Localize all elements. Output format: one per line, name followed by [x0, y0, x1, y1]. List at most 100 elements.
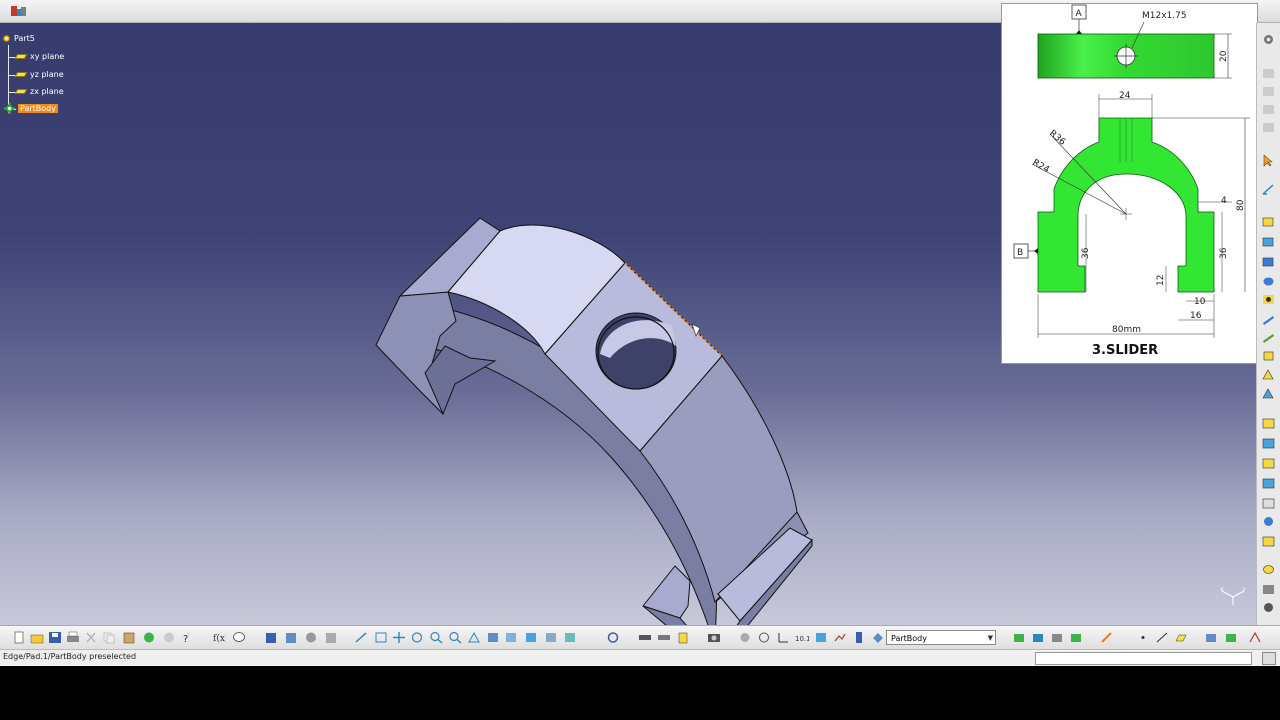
new-file-icon[interactable] [12, 631, 26, 644]
snap-icon[interactable] [757, 631, 771, 644]
analysis-icon[interactable] [833, 631, 847, 644]
measure-between-icon[interactable] [638, 631, 652, 644]
undo-icon[interactable] [142, 631, 156, 644]
tool-icon[interactable] [1261, 121, 1276, 134]
shell-icon[interactable] [1261, 477, 1276, 490]
hide-show-icon[interactable] [544, 631, 558, 644]
rotate-icon[interactable] [410, 631, 424, 644]
shaft-icon[interactable] [1261, 255, 1276, 268]
cut-icon[interactable] [84, 631, 98, 644]
dim-wall-step: 4 [1221, 196, 1227, 206]
fit-all-icon[interactable] [374, 631, 388, 644]
settings-gear-icon[interactable] [1261, 33, 1276, 46]
chamfer-icon[interactable] [1261, 437, 1276, 450]
point-icon[interactable] [1136, 631, 1150, 644]
normal-view-icon[interactable] [467, 631, 481, 644]
axis-system-icon[interactable] [776, 631, 790, 644]
groove-icon[interactable] [1261, 275, 1276, 288]
svg-text:x: x [1220, 586, 1224, 593]
units-icon[interactable]: 10.1 [795, 631, 809, 644]
thickness-icon[interactable] [1261, 497, 1276, 510]
multi-view-icon[interactable] [486, 631, 500, 644]
tool-icon[interactable] [1261, 103, 1276, 116]
filter-icon[interactable] [852, 631, 866, 644]
dim-neck-width: 24 [1119, 91, 1131, 101]
reorder-icon[interactable] [738, 631, 752, 644]
pattern-icon[interactable] [1224, 631, 1238, 644]
thread-label: M12x1.75 [1142, 11, 1187, 21]
tree-icon[interactable] [284, 631, 298, 644]
chevron-down-icon: ▼ [987, 634, 993, 642]
iso-view-icon[interactable] [504, 631, 518, 644]
measure-item-icon[interactable] [657, 631, 671, 644]
stiffener-icon[interactable] [1261, 349, 1276, 362]
rib-icon[interactable] [1261, 313, 1276, 326]
photo-icon[interactable] [707, 631, 721, 644]
dim-left-leg: 36 [1081, 247, 1091, 259]
sketch-icon[interactable] [1261, 183, 1276, 196]
swap-space-icon[interactable] [563, 631, 577, 644]
copy-icon[interactable] [102, 631, 116, 644]
pan-icon[interactable] [392, 631, 406, 644]
table-icon[interactable] [814, 631, 828, 644]
command-input[interactable] [1035, 652, 1252, 665]
line-icon[interactable] [1155, 631, 1169, 644]
status-button[interactable] [1262, 652, 1276, 665]
multi-section-icon[interactable] [1261, 368, 1276, 381]
fly-icon[interactable] [354, 631, 368, 644]
select-arrow-icon[interactable] [1261, 154, 1276, 167]
wizard-icon[interactable] [1100, 631, 1114, 644]
3d-part-model[interactable] [0, 23, 1000, 625]
slot-icon[interactable] [1261, 331, 1276, 344]
body-icon[interactable] [871, 631, 885, 644]
thread-icon[interactable] [1261, 515, 1276, 528]
body-selector-dropdown[interactable]: PartBody ▼ [886, 630, 996, 645]
parameter-icon[interactable] [324, 631, 338, 644]
dim-total-width: 80mm [1112, 325, 1141, 335]
axis-triad-icon[interactable]: x y [1218, 585, 1248, 609]
dim-slot-height: 12 [1156, 275, 1166, 286]
tool-icon[interactable] [1261, 85, 1276, 98]
part-design-icon[interactable] [1012, 631, 1026, 644]
remove-section-icon[interactable] [1261, 387, 1276, 400]
dim-total-height: 80 [1236, 199, 1246, 211]
open-folder-icon[interactable] [30, 631, 44, 644]
catalog-icon[interactable] [264, 631, 278, 644]
knowledge-icon[interactable] [304, 631, 318, 644]
catia-app-icon[interactable] [10, 4, 28, 18]
save-icon[interactable] [48, 631, 62, 644]
pad-icon[interactable] [1261, 215, 1276, 228]
draft-icon[interactable] [1261, 457, 1276, 470]
render-icon[interactable] [1069, 631, 1083, 644]
svg-text:10.1: 10.1 [795, 635, 809, 643]
paste-icon[interactable] [122, 631, 136, 644]
catia-logo-icon [1249, 631, 1261, 643]
print-icon[interactable] [66, 631, 80, 644]
formula-icon[interactable]: f(x) [212, 631, 226, 644]
dim-top-height: 20 [1219, 50, 1229, 62]
help-icon[interactable]: ? [180, 631, 194, 644]
plane-icon[interactable] [1174, 631, 1188, 644]
zoom-in-icon[interactable] [429, 631, 443, 644]
dim-right-leg: 36 [1219, 247, 1229, 259]
redo-icon[interactable] [162, 631, 176, 644]
update-icon[interactable] [606, 631, 620, 644]
sketcher-icon[interactable] [1031, 631, 1045, 644]
dim-slot-width: 10 [1194, 297, 1206, 307]
tool-icon[interactable] [1261, 67, 1276, 80]
zoom-out-icon[interactable] [448, 631, 462, 644]
boolean-icon[interactable] [1261, 563, 1276, 576]
apply-material-icon[interactable] [1261, 601, 1276, 614]
fillet-icon[interactable] [1261, 417, 1276, 430]
comment-icon[interactable] [232, 631, 246, 644]
measure-icon[interactable] [1261, 583, 1276, 596]
transform-icon[interactable] [1204, 631, 1218, 644]
measure-inertia-icon[interactable] [676, 631, 690, 644]
dim-inner-radius: R24 [1031, 158, 1052, 176]
split-icon[interactable] [1261, 535, 1276, 548]
shading-icon[interactable] [524, 631, 538, 644]
pocket-icon[interactable] [1261, 235, 1276, 248]
drafting-icon[interactable] [1050, 631, 1064, 644]
hole-icon[interactable] [1261, 293, 1276, 306]
reference-drawing: M12x1.75 A 20 R36 R24 24 80 4 36 36 12 1… [1001, 3, 1258, 364]
